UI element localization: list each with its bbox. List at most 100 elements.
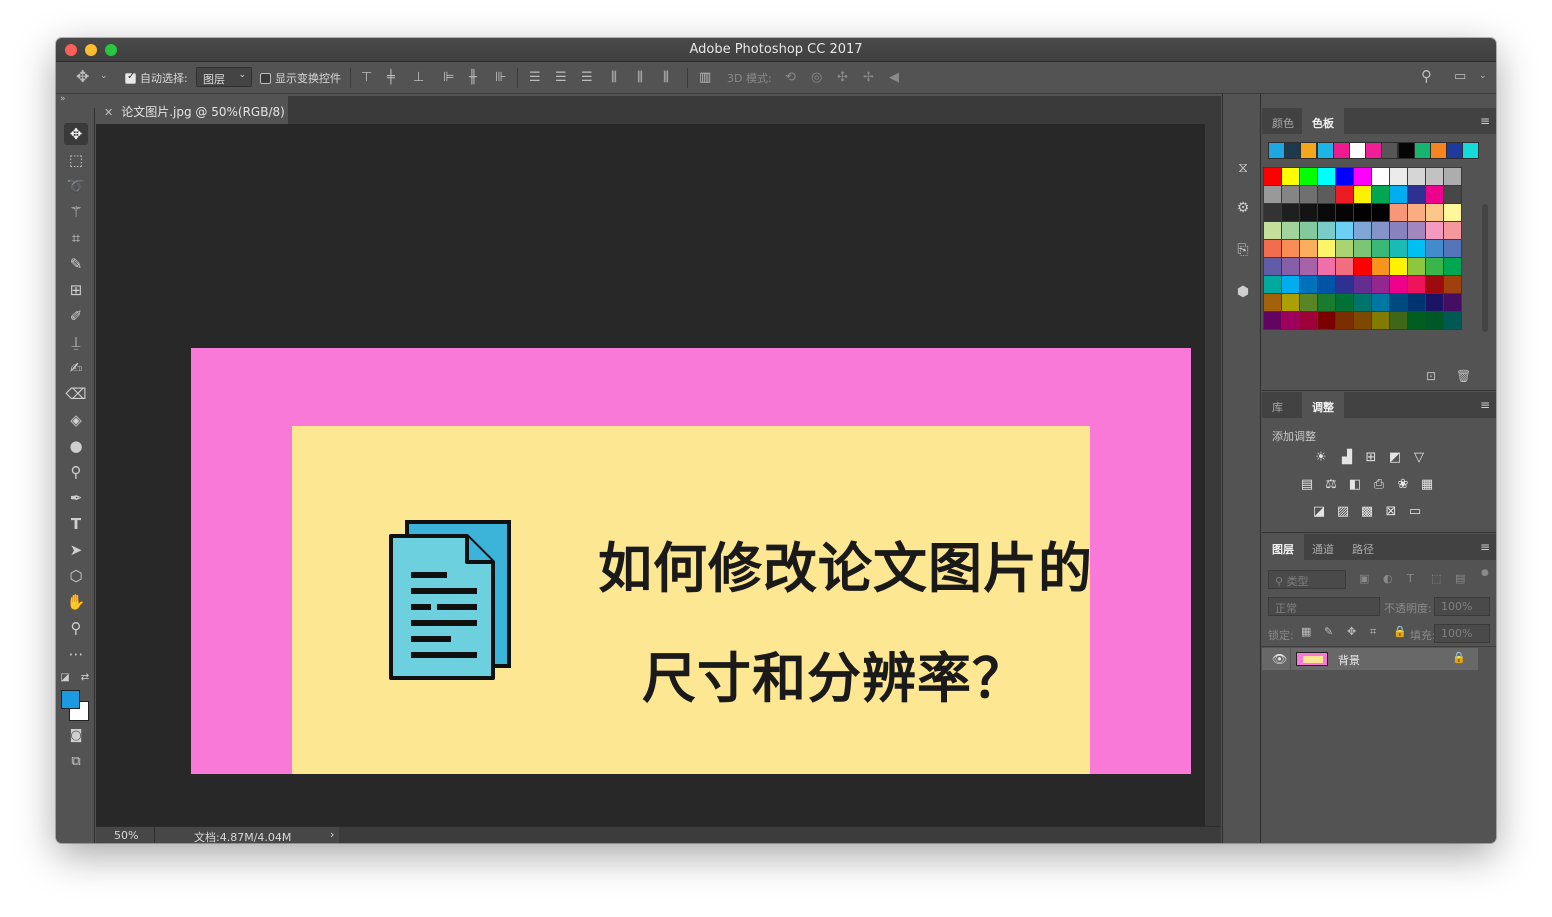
- swap-colors-icon[interactable]: ⇄: [78, 667, 92, 689]
- curves-icon[interactable]: ⊞: [1362, 450, 1380, 466]
- swatch[interactable]: [1371, 257, 1390, 276]
- workspace-chevron-icon[interactable]: ⌄: [1479, 72, 1487, 81]
- exposure-icon[interactable]: ◩: [1386, 450, 1404, 466]
- new-swatch-icon[interactable]: ⊡: [1426, 370, 1436, 382]
- swatch[interactable]: [1443, 185, 1462, 204]
- swatch[interactable]: [1299, 203, 1318, 222]
- swatches-panel-menu-icon[interactable]: ≡: [1480, 114, 1490, 128]
- swatch[interactable]: [1389, 275, 1408, 294]
- eraser-tool-icon[interactable]: ⌫: [64, 383, 88, 405]
- align-bottom-icon[interactable]: ⊥: [413, 71, 424, 84]
- swatch[interactable]: [1299, 257, 1318, 276]
- hand-tool-icon[interactable]: ✋: [64, 591, 88, 613]
- swatch[interactable]: [1389, 257, 1408, 276]
- lock-pixels-icon[interactable]: ✎: [1324, 626, 1333, 637]
- swatch[interactable]: [1443, 275, 1462, 294]
- vibrance-icon[interactable]: ▽: [1410, 450, 1428, 466]
- swatch[interactable]: [1263, 275, 1282, 294]
- filter-adjustment-icon[interactable]: ◐: [1383, 573, 1393, 584]
- swatch[interactable]: [1281, 239, 1300, 258]
- tab-swatches[interactable]: 色板: [1302, 108, 1344, 134]
- swatch[interactable]: [1317, 275, 1336, 294]
- dodge-tool-icon[interactable]: ⚲: [64, 461, 88, 483]
- swatch[interactable]: [1371, 167, 1390, 186]
- align-vcenter-icon[interactable]: ╪: [387, 71, 395, 84]
- swatch[interactable]: [1335, 167, 1354, 186]
- swatch[interactable]: [1407, 293, 1426, 312]
- swatch[interactable]: [1389, 185, 1408, 204]
- auto-select-target-select[interactable]: 图层 ⌄: [196, 67, 252, 87]
- swatch[interactable]: [1353, 311, 1372, 330]
- search-icon[interactable]: ⚲: [1421, 69, 1432, 84]
- zoom-level[interactable]: 50%: [114, 829, 138, 842]
- swatches-scrollbar[interactable]: [1482, 204, 1488, 332]
- swatch[interactable]: [1389, 293, 1408, 312]
- swatch[interactable]: [1371, 185, 1390, 204]
- swatch[interactable]: [1335, 293, 1354, 312]
- lock-transparent-icon[interactable]: ▦: [1301, 626, 1311, 637]
- recent-swatch[interactable]: [1446, 142, 1464, 159]
- swatch[interactable]: [1299, 293, 1318, 312]
- marquee-tool-icon[interactable]: ⬚: [64, 149, 88, 171]
- roll-3d-icon[interactable]: ◎: [811, 71, 822, 84]
- move-tool-icon[interactable]: ✥: [64, 123, 88, 145]
- distribute-right-icon[interactable]: ⫼: [663, 71, 669, 84]
- distribute-hcenter-icon[interactable]: ⫼: [637, 71, 643, 84]
- swatch[interactable]: [1263, 311, 1282, 330]
- swatch[interactable]: [1425, 221, 1444, 240]
- swatch[interactable]: [1317, 221, 1336, 240]
- rotate-3d-icon[interactable]: ⟲: [785, 71, 796, 84]
- character-panel-icon[interactable]: ⎘: [1231, 239, 1255, 261]
- swatch[interactable]: [1281, 293, 1300, 312]
- swatch[interactable]: [1389, 221, 1408, 240]
- status-menu-chevron-icon[interactable]: ›: [330, 828, 334, 841]
- swatch[interactable]: [1263, 203, 1282, 222]
- recent-swatch[interactable]: [1413, 142, 1431, 159]
- crop-tool-icon[interactable]: ⌗: [64, 227, 88, 249]
- path-select-tool-icon[interactable]: ➤: [64, 539, 88, 561]
- align-left-icon[interactable]: ⊫: [443, 71, 454, 84]
- brush-tool-icon[interactable]: ✐: [64, 305, 88, 327]
- swatch[interactable]: [1443, 239, 1462, 258]
- pen-tool-icon[interactable]: ✒: [64, 487, 88, 509]
- swatch[interactable]: [1335, 275, 1354, 294]
- swatch[interactable]: [1407, 275, 1426, 294]
- filter-smart-object-icon[interactable]: ▤: [1455, 573, 1465, 584]
- swatch[interactable]: [1353, 167, 1372, 186]
- swatch[interactable]: [1443, 311, 1462, 330]
- swatch[interactable]: [1425, 185, 1444, 204]
- tab-color[interactable]: 颜色: [1262, 108, 1304, 134]
- align-top-icon[interactable]: ⊤: [361, 71, 372, 84]
- swatch[interactable]: [1425, 257, 1444, 276]
- swatch[interactable]: [1317, 257, 1336, 276]
- swatch[interactable]: [1371, 239, 1390, 258]
- levels-icon[interactable]: ▟: [1338, 450, 1356, 466]
- shape-tool-icon[interactable]: ⬡: [64, 565, 88, 587]
- healing-tool-icon[interactable]: ⊞: [64, 279, 88, 301]
- swatch[interactable]: [1263, 293, 1282, 312]
- blur-tool-icon[interactable]: ●: [64, 435, 88, 457]
- selective-color-icon[interactable]: ⊠: [1382, 504, 1400, 520]
- recent-swatch[interactable]: [1300, 142, 1318, 159]
- swatch[interactable]: [1317, 239, 1336, 258]
- auto-align-icon[interactable]: ▥: [699, 71, 711, 84]
- lock-position-icon[interactable]: ✥: [1347, 626, 1356, 637]
- channel-mixer-icon[interactable]: ❀: [1394, 477, 1412, 493]
- swatch[interactable]: [1299, 239, 1318, 258]
- fill-field[interactable]: 100%: [1434, 624, 1490, 643]
- swatch[interactable]: [1335, 239, 1354, 258]
- visibility-eye-icon[interactable]: 👁: [1272, 652, 1287, 666]
- tab-libraries[interactable]: 库: [1262, 392, 1293, 418]
- workspace-icon[interactable]: ▭: [1454, 70, 1466, 83]
- gradient-map-icon[interactable]: ▭: [1406, 504, 1424, 520]
- type-tool-icon[interactable]: T: [64, 513, 88, 535]
- toolbar-collapse-icon[interactable]: »: [60, 95, 66, 104]
- lock-all-icon[interactable]: 🔒: [1393, 626, 1407, 637]
- black-white-icon[interactable]: ◧: [1346, 477, 1364, 493]
- swatch[interactable]: [1335, 185, 1354, 204]
- auto-select-checkbox[interactable]: 自动选择:: [125, 70, 188, 86]
- swatch[interactable]: [1389, 203, 1408, 222]
- swatch[interactable]: [1263, 167, 1282, 186]
- canvas-area[interactable]: 如何修改论文图片的 尺寸和分辨率？: [96, 124, 1205, 826]
- tab-adjustments[interactable]: 调整: [1302, 392, 1344, 418]
